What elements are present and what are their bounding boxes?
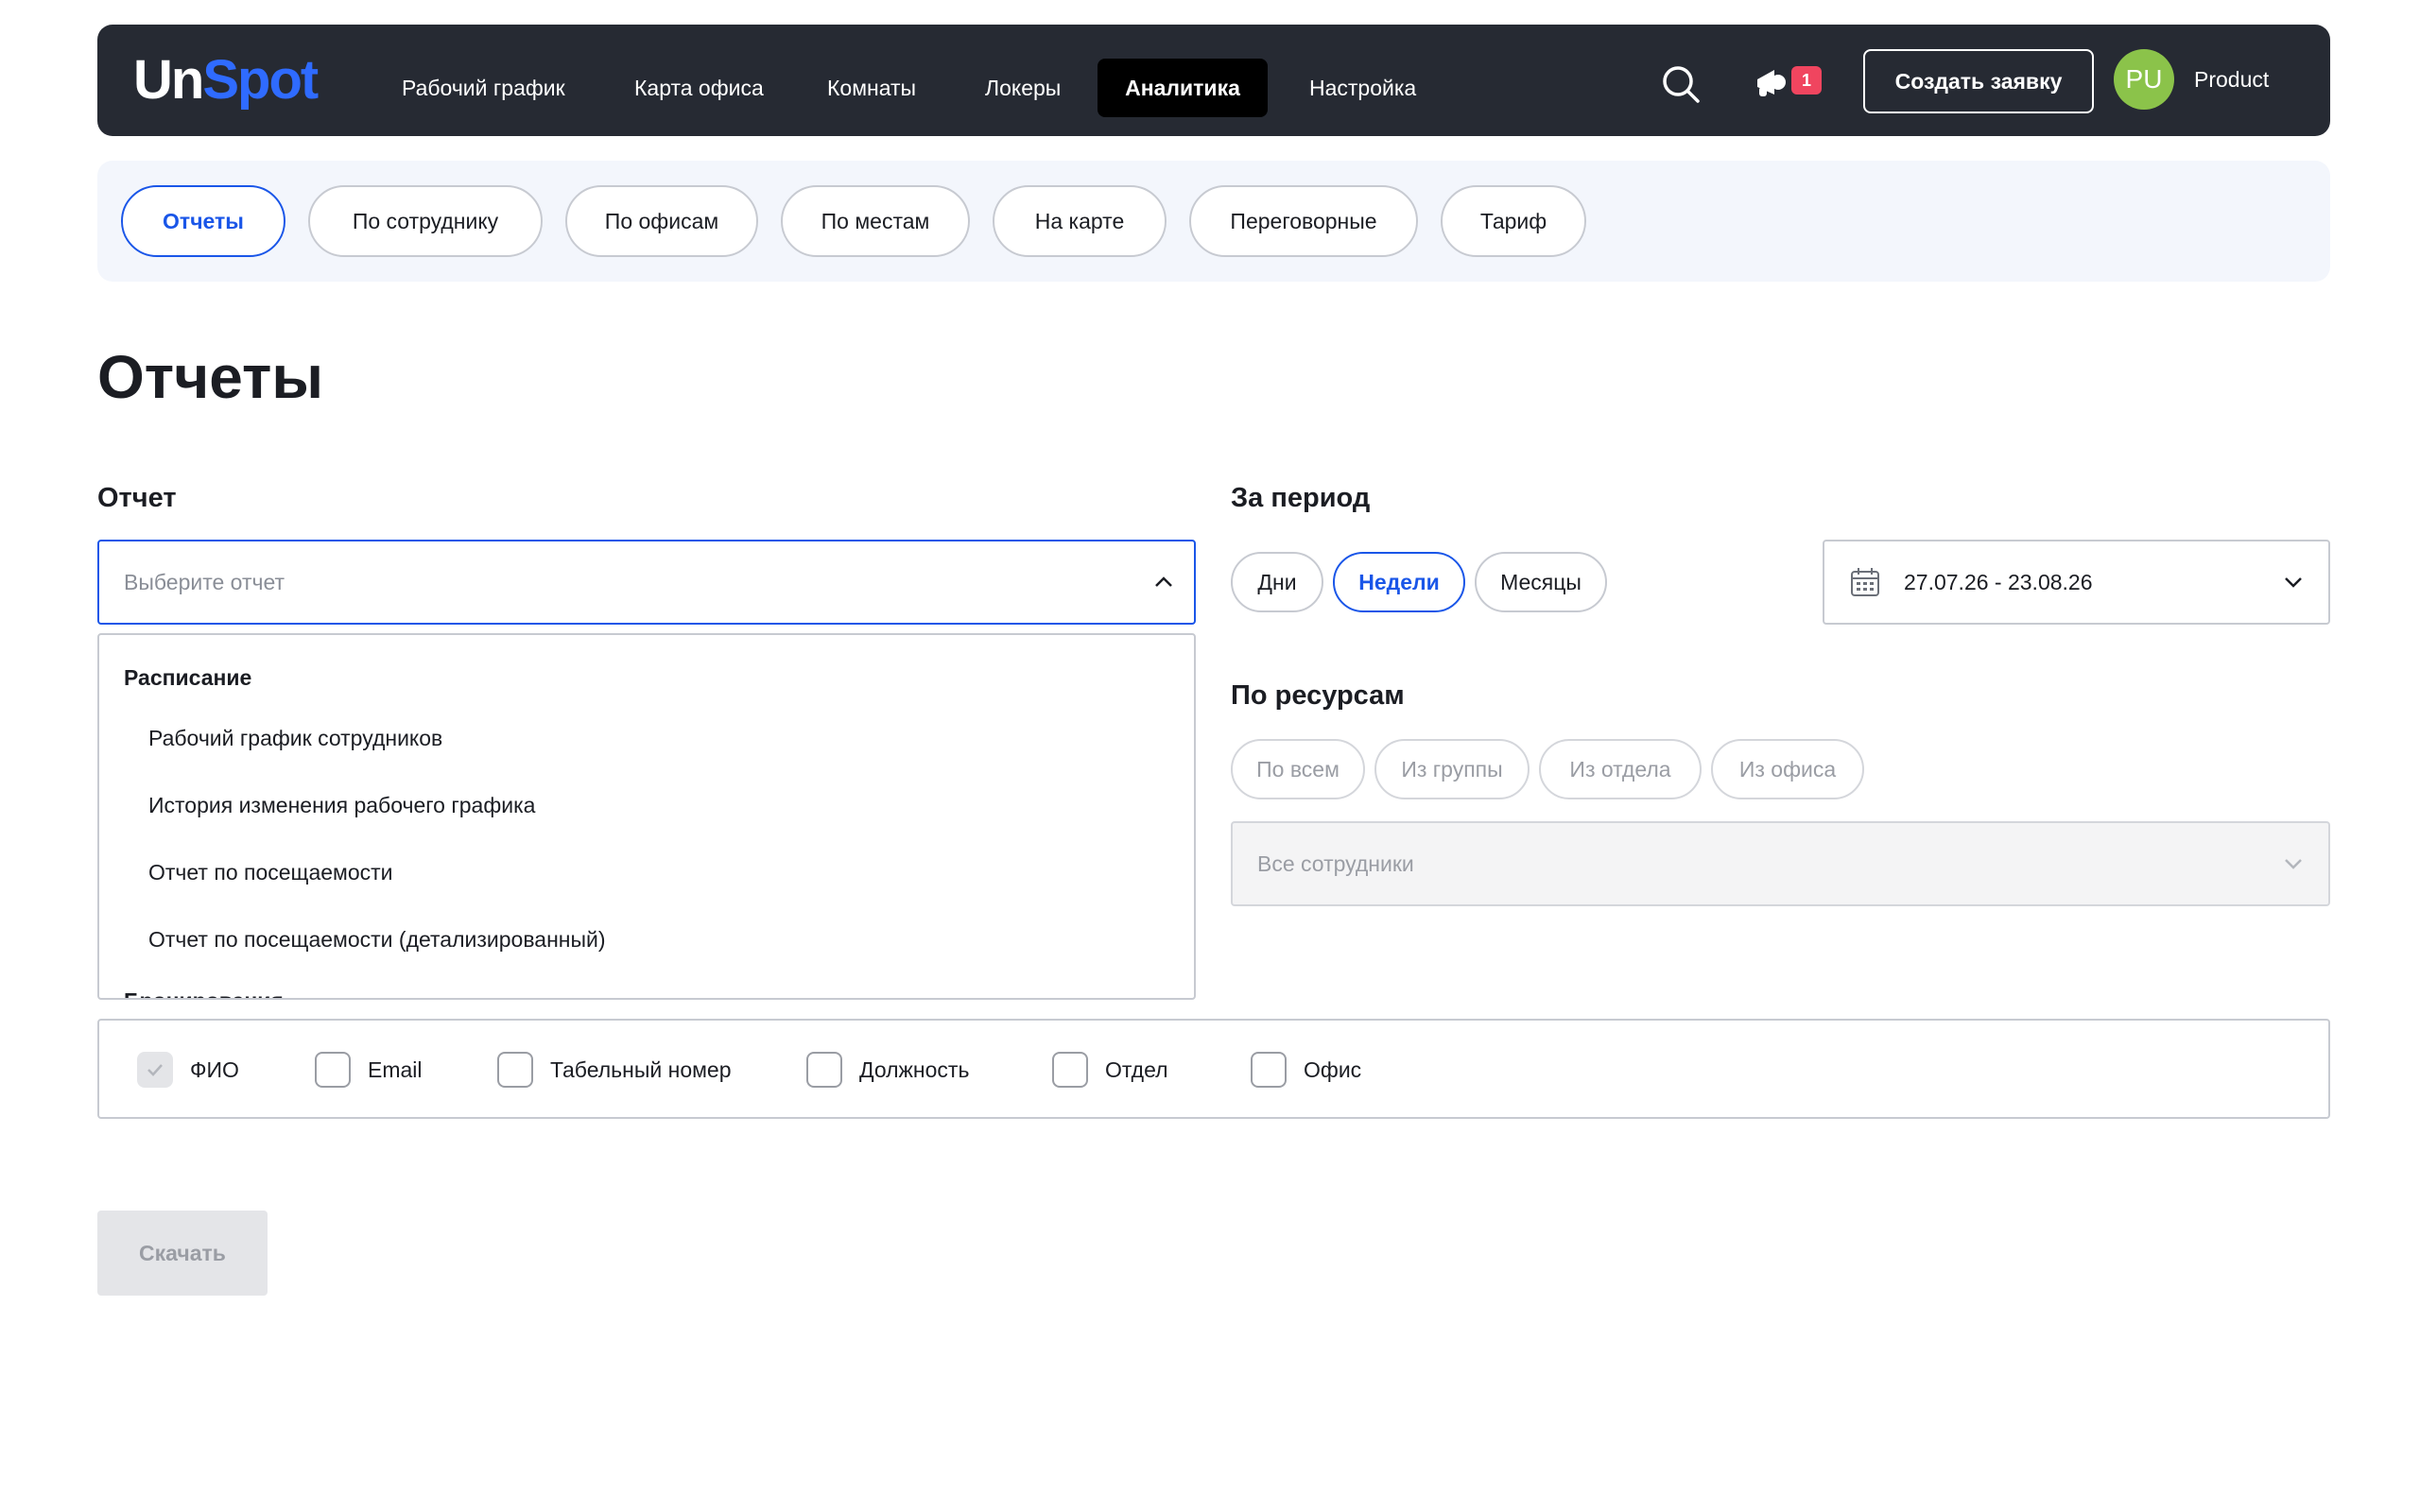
calendar-icon xyxy=(1851,568,1879,596)
chevron-down-icon[interactable] xyxy=(2280,569,2307,595)
notification-count-badge: 1 xyxy=(1791,66,1822,94)
user-name[interactable]: Product xyxy=(2194,62,2269,96)
nav-item-office-map[interactable]: Карта офиса xyxy=(610,59,788,117)
date-range-select[interactable]: 27.07.26 - 23.08.26 xyxy=(1823,540,2330,625)
checkbox-position[interactable] xyxy=(806,1052,842,1088)
checkmark-icon xyxy=(147,1064,163,1076)
nav-item-rooms[interactable]: Комнаты xyxy=(803,59,941,117)
report-columns-options: ФИО Email Табельный номер Должность Отде… xyxy=(97,1019,2330,1119)
checkbox-full-name[interactable] xyxy=(137,1052,173,1088)
checkbox-label-personnel-number: Табельный номер xyxy=(550,1057,732,1082)
period-months-option[interactable]: Месяцы xyxy=(1475,552,1607,612)
checkbox-label-position: Должность xyxy=(859,1057,970,1082)
period-label: За период xyxy=(1231,483,1371,513)
checkbox-email[interactable] xyxy=(315,1052,351,1088)
checkbox-label-office: Офис xyxy=(1304,1057,1362,1082)
checkbox-department[interactable] xyxy=(1052,1052,1088,1088)
tab-on-map[interactable]: На карте xyxy=(993,185,1167,257)
tab-by-employee[interactable]: По сотруднику xyxy=(308,185,543,257)
checkbox-label-email: Email xyxy=(368,1057,423,1082)
checkbox-label-department: Отдел xyxy=(1105,1057,1168,1082)
tab-reports[interactable]: Отчеты xyxy=(121,185,285,257)
dropdown-item-schedule-history[interactable]: История изменения рабочего графика xyxy=(148,789,535,821)
create-request-button[interactable]: Создать заявку xyxy=(1863,49,2094,113)
tab-meeting-rooms[interactable]: Переговорные xyxy=(1189,185,1418,257)
dropdown-item-attendance[interactable]: Отчет по посещаемости xyxy=(148,856,393,888)
checkbox-personnel-number[interactable] xyxy=(497,1052,533,1088)
employees-select-placeholder: Все сотрудники xyxy=(1257,851,1414,876)
tab-by-offices[interactable]: По офисам xyxy=(565,185,758,257)
search-icon[interactable] xyxy=(1659,62,1703,106)
resources-all-option[interactable]: По всем xyxy=(1231,739,1365,799)
tab-by-seats[interactable]: По местам xyxy=(781,185,970,257)
nav-item-lockers[interactable]: Локеры xyxy=(960,59,1085,117)
avatar[interactable]: PU xyxy=(2114,49,2174,110)
analytics-tabs: Отчеты По сотруднику По офисам По местам… xyxy=(97,161,2330,282)
resources-department-option[interactable]: Из отдела xyxy=(1539,739,1702,799)
resources-label: По ресурсам xyxy=(1231,680,1405,711)
unspot-logo[interactable]: UnSpot xyxy=(133,47,319,113)
nav-item-analytics[interactable]: Аналитика xyxy=(1098,59,1268,117)
dropdown-item-work-schedule[interactable]: Рабочий график сотрудников xyxy=(148,722,442,754)
checkbox-label-full-name: ФИО xyxy=(190,1057,239,1082)
resources-group-option[interactable]: Из группы xyxy=(1374,739,1530,799)
period-weeks-option[interactable]: Недели xyxy=(1333,552,1465,612)
employees-select[interactable]: Все сотрудники xyxy=(1231,821,2330,906)
report-select-placeholder: Выберите отчет xyxy=(124,570,285,594)
chevron-down-icon[interactable] xyxy=(2280,850,2307,877)
top-navigation-bar: UnSpot Рабочий график Карта офиса Комнат… xyxy=(97,25,2330,136)
dropdown-item-attendance-detailed[interactable]: Отчет по посещаемости (детализированный) xyxy=(148,923,606,955)
report-label: Отчет xyxy=(97,483,177,513)
dropdown-group-schedule: Расписание xyxy=(124,665,252,690)
nav-item-settings[interactable]: Настройка xyxy=(1285,59,1441,117)
period-days-option[interactable]: Дни xyxy=(1231,552,1323,612)
tab-tariff[interactable]: Тариф xyxy=(1441,185,1586,257)
nav-item-work-schedule[interactable]: Рабочий график xyxy=(377,59,590,117)
notification-megaphone-icon[interactable] xyxy=(1750,62,1791,104)
date-range-value: 27.07.26 - 23.08.26 xyxy=(1904,570,2093,594)
download-button[interactable]: Скачать xyxy=(97,1211,268,1296)
chevron-up-icon[interactable] xyxy=(1150,569,1177,595)
report-select[interactable]: Выберите отчет xyxy=(97,540,1196,625)
dropdown-group-bookings: Бронирования xyxy=(124,985,284,998)
report-dropdown-list: Расписание Рабочий график сотрудников Ис… xyxy=(97,633,1196,1000)
resources-office-option[interactable]: Из офиса xyxy=(1711,739,1864,799)
page-title: Отчеты xyxy=(97,343,324,411)
checkbox-office[interactable] xyxy=(1251,1052,1287,1088)
